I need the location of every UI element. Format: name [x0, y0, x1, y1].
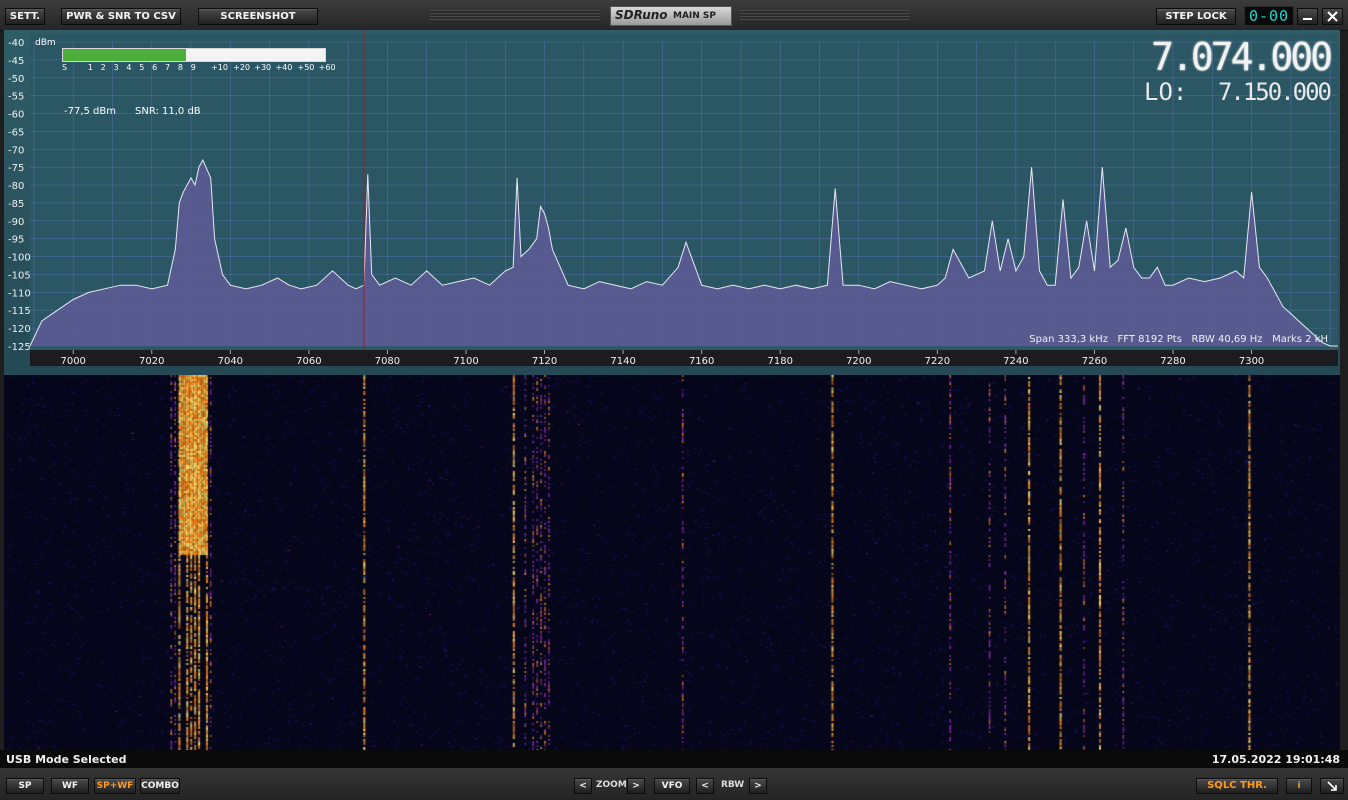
s-meter-tick-label: 6 — [152, 63, 158, 72]
zoom-out-button[interactable]: < — [574, 778, 592, 794]
x-tick-label: 7280 — [1160, 356, 1185, 367]
s-meter-tick-label: 3 — [113, 63, 119, 72]
sqlc-threshold-button[interactable]: SQLC THR. — [1196, 778, 1278, 794]
s-meter-tick-label: 5 — [139, 63, 145, 72]
x-tick-label: 7020 — [139, 356, 164, 367]
y-tick-label: -40 — [8, 38, 24, 49]
y-tick-label: -55 — [8, 92, 24, 103]
x-tick-label: 7300 — [1239, 356, 1264, 367]
x-tick-label: 7140 — [610, 356, 635, 367]
s-meter-tick-label: +50 — [297, 63, 315, 72]
y-tick-label: -115 — [8, 306, 31, 317]
x-tick-label: 7160 — [689, 356, 714, 367]
sp-button[interactable]: SP — [6, 778, 44, 794]
combo-button[interactable]: COMBO — [140, 778, 180, 794]
sdruno-logo: SDRuno MAIN SP — [610, 6, 732, 26]
s-meter-tick-label: 9 — [190, 63, 196, 72]
status-bar: USB Mode Selected 17.05.2022 19:01:48 — [0, 750, 1348, 768]
waterfall-display[interactable] — [4, 375, 1340, 750]
wf-button[interactable]: WF — [51, 778, 89, 794]
snr-readout: SNR: 11,0 dB — [135, 106, 201, 117]
s-meter-tick-label: 1 — [87, 63, 93, 72]
spectrum-display[interactable]: 7000 7020 7040 7060 7080 7100 7120 7140 7160 7180… — [4, 30, 1340, 375]
s-meter-tick-label: +40 — [275, 63, 293, 72]
x-tick-label: 7200 — [846, 356, 871, 367]
x-tick-label: 7240 — [1003, 356, 1028, 367]
settings-button[interactable]: SETT. — [5, 8, 45, 25]
x-tick-label: 7040 — [218, 356, 243, 367]
y-tick-label: -125 — [8, 342, 31, 353]
y-tick-label: -70 — [8, 145, 24, 156]
y-tick-label: -120 — [8, 324, 31, 335]
close-icon[interactable] — [1322, 8, 1343, 25]
y-tick-label: -45 — [8, 56, 24, 67]
x-tick-label: 7100 — [453, 356, 478, 367]
y-tick-label: -90 — [8, 217, 24, 228]
s-meter-tick-label: 7 — [165, 63, 171, 72]
s-meter-tick-label: +30 — [254, 63, 272, 72]
title-bar: SETT. PWR & SNR TO CSV SCREENSHOT SDRuno… — [0, 0, 1348, 31]
dbm-unit-label: dBm — [35, 38, 56, 48]
y-tick-label: -65 — [8, 127, 24, 138]
brand-text: SDRuno — [615, 8, 668, 22]
zoom-in-button[interactable]: > — [627, 778, 645, 794]
rbw-down-button[interactable]: < — [696, 778, 714, 794]
resize-icon[interactable] — [1320, 778, 1344, 794]
x-tick-label: 7120 — [532, 356, 557, 367]
bottom-toolbar: SP WF SP+WF COMBO < ZOOM > VFO < RBW > S… — [0, 768, 1348, 800]
spectrum-info: Span 333,3 kHz FFT 8192 Pts RBW 40,69 Hz… — [1029, 334, 1328, 345]
y-tick-label: -50 — [8, 74, 24, 85]
y-tick-label: -110 — [8, 288, 31, 299]
y-tick-label: -75 — [8, 163, 24, 174]
x-tick-label: 7060 — [296, 356, 321, 367]
drag-grip-left[interactable] — [430, 10, 600, 21]
lo-frequency[interactable]: 7.150.000 — [1218, 78, 1332, 106]
datetime-status: 17.05.2022 19:01:48 — [1211, 753, 1340, 766]
s-meter-tick-label: S — [62, 63, 68, 72]
s-meter-tick-label: +20 — [233, 63, 250, 72]
pwr-snr-csv-button[interactable]: PWR & SNR TO CSV — [61, 8, 181, 25]
y-tick-label: -60 — [8, 110, 24, 121]
info-button[interactable]: i — [1286, 778, 1312, 794]
s-meter-tick-label: 2 — [100, 63, 106, 72]
y-tick-label: -85 — [8, 199, 24, 210]
panel-name: MAIN SP — [673, 11, 717, 21]
y-tick-label: -100 — [8, 253, 31, 264]
step-lock-button[interactable]: STEP LOCK — [1156, 8, 1236, 25]
rbw-up-button[interactable]: > — [749, 778, 767, 794]
y-tick-label: -95 — [8, 235, 24, 246]
vfo-frequency[interactable]: 7.074.000 — [1151, 34, 1333, 80]
x-tick-label: 7080 — [375, 356, 400, 367]
s-meter-tick-label: 4 — [126, 63, 132, 72]
x-tick-label: 7220 — [925, 356, 950, 367]
rbw-label: RBW — [721, 780, 745, 790]
x-tick-label: 7180 — [768, 356, 793, 367]
s-meter-tick-label: +10 — [211, 63, 228, 72]
clock-display: 0-00 — [1244, 6, 1294, 26]
zoom-label: ZOOM — [596, 780, 627, 790]
drag-grip-right[interactable] — [740, 10, 910, 21]
s-meter-tick-label: +60 — [318, 63, 336, 72]
spectrum-plot[interactable]: 7000 7020 7040 7060 7080 7100 7120 7140 7160 7180… — [4, 30, 1340, 375]
s-meter-fill — [63, 49, 187, 61]
mode-status: USB Mode Selected — [6, 753, 127, 766]
s-meter-tick-label: 8 — [177, 63, 183, 72]
waterfall-canvas[interactable] — [4, 375, 1340, 750]
s-meter-scale: S 1 2 3 4 5 6 7 8 9 +10 +20 +30 +40 +50 +60 — [62, 63, 336, 74]
s-meter — [62, 48, 326, 62]
sp-wf-button[interactable]: SP+WF — [94, 778, 136, 794]
signal-level: -77,5 dBm — [64, 106, 117, 117]
vfo-button[interactable]: VFO — [654, 778, 690, 794]
y-tick-label: -105 — [8, 270, 31, 281]
screenshot-button[interactable]: SCREENSHOT — [198, 8, 318, 25]
y-tick-label: -80 — [8, 181, 24, 192]
x-tick-label: 7000 — [60, 356, 85, 367]
minimize-icon[interactable] — [1297, 8, 1318, 25]
x-tick-label: 7260 — [1082, 356, 1107, 367]
lo-label: LO: — [1144, 78, 1188, 106]
